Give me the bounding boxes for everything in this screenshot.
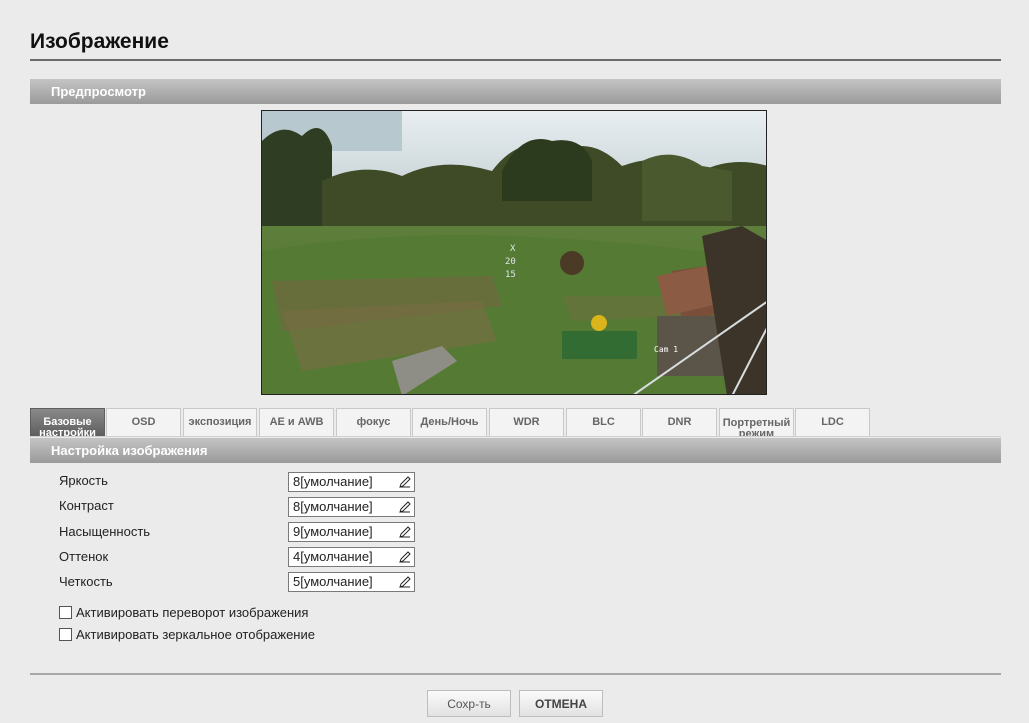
svg-text:X: X: [510, 244, 516, 254]
mirror-checkbox[interactable]: [59, 627, 72, 641]
pencil-icon: [399, 526, 411, 538]
flip-checkbox[interactable]: [59, 605, 72, 619]
svg-text:20: 20: [505, 257, 516, 267]
tab-portrait-mode[interactable]: Портретный режим: [719, 408, 794, 436]
flip-label: Активировать переворот изображения: [76, 604, 309, 620]
tab-blc[interactable]: BLC: [566, 408, 641, 436]
saturation-label: Насыщенность: [59, 524, 151, 539]
sharpness-select[interactable]: 5[умолчание]: [288, 572, 415, 592]
title-divider: [30, 59, 1001, 61]
brightness-label: Яркость: [59, 473, 108, 488]
svg-text:15: 15: [505, 270, 516, 280]
sharpness-label: Четкость: [59, 574, 113, 589]
tab-ldc[interactable]: LDC: [795, 408, 870, 436]
camera-preview: X 20 15 Cam 1: [261, 110, 767, 395]
tab-dnr[interactable]: DNR: [642, 408, 717, 436]
camera-preview-image: X 20 15 Cam 1: [262, 111, 766, 394]
image-settings-header: Настройка изображения: [30, 438, 1001, 463]
save-button[interactable]: Сохр-ть: [427, 690, 511, 717]
brightness-value: 8[умолчание]: [293, 474, 373, 489]
mirror-option: Активировать зеркальное отображение: [59, 626, 315, 642]
saturation-select[interactable]: 9[умолчание]: [288, 522, 415, 542]
pencil-icon: [399, 551, 411, 563]
tab-exposure[interactable]: экспозиция: [183, 408, 257, 436]
brightness-select[interactable]: 8[умолчание]: [288, 472, 415, 492]
pencil-icon: [399, 501, 411, 513]
preview-overlay-label: Cam 1: [654, 345, 678, 354]
contrast-select[interactable]: 8[умолчание]: [288, 497, 415, 517]
preview-section-header: Предпросмотр: [30, 79, 1001, 104]
tab-ae-awb[interactable]: AE и AWB: [259, 408, 334, 436]
contrast-value: 8[умолчание]: [293, 499, 373, 514]
page-title: Изображение: [30, 30, 169, 53]
hue-value: 4[умолчание]: [293, 549, 373, 564]
hue-select[interactable]: 4[умолчание]: [288, 547, 415, 567]
flip-option: Активировать переворот изображения: [59, 604, 308, 620]
tab-osd[interactable]: OSD: [106, 408, 181, 436]
tab-day-night[interactable]: День/Ночь: [412, 408, 487, 436]
tab-focus[interactable]: фокус: [336, 408, 411, 436]
hue-label: Оттенок: [59, 549, 109, 564]
contrast-label: Контраст: [59, 498, 114, 513]
mirror-label: Активировать зеркальное отображение: [76, 626, 315, 642]
pencil-icon: [399, 576, 411, 588]
pencil-icon: [399, 476, 411, 488]
tab-wdr[interactable]: WDR: [489, 408, 564, 436]
saturation-value: 9[умолчание]: [293, 524, 373, 539]
cancel-button[interactable]: ОТМЕНА: [519, 690, 603, 717]
sharpness-value: 5[умолчание]: [293, 574, 373, 589]
tab-basic-settings[interactable]: Базовые настройки: [30, 408, 105, 436]
settings-tabs: Базовые настройки OSD экспозиция AE и AW…: [30, 408, 1001, 437]
footer-divider: [30, 673, 1001, 675]
